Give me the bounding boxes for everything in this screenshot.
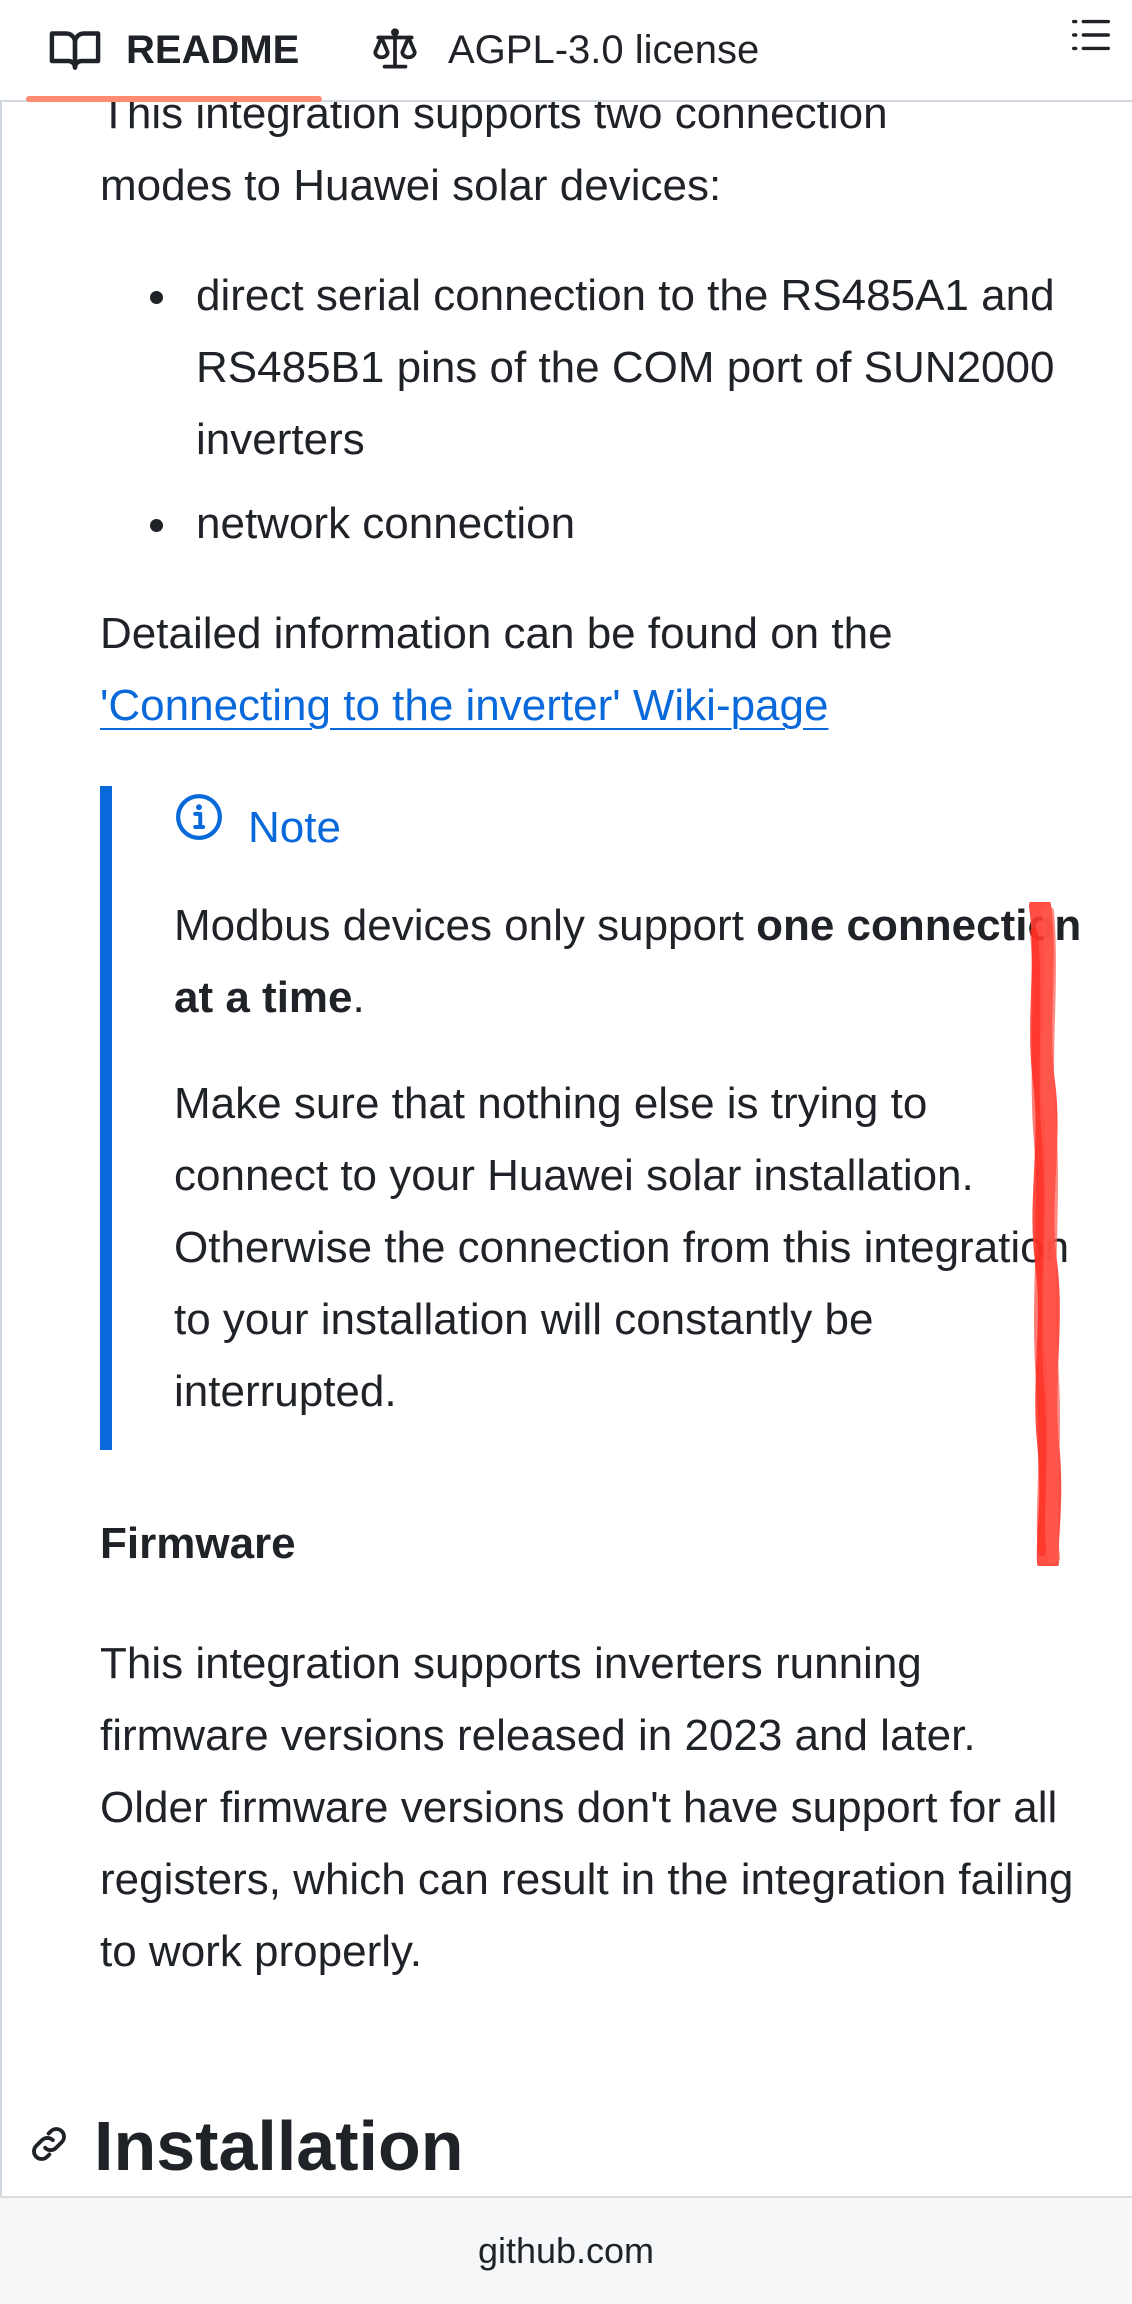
tab-readme[interactable]: README	[48, 0, 299, 100]
note-paragraph-1: Modbus devices only support one connecti…	[174, 890, 1090, 1034]
tab-license-label: AGPL-3.0 license	[448, 27, 760, 72]
detail-text: Detailed information can be found on the	[100, 609, 893, 658]
list-item: network connection	[150, 488, 1090, 560]
domain-label: github.com	[477, 2230, 655, 2271]
table-of-contents-icon[interactable]	[1068, 12, 1114, 63]
anchor-link-icon[interactable]	[26, 2121, 72, 2172]
intro-paragraph: This integration supports two connection…	[100, 102, 1090, 222]
intro-line-1: This integration supports two connection	[100, 102, 888, 138]
installation-heading: Installation	[94, 2107, 464, 2185]
tab-readme-label: README	[126, 27, 300, 72]
tab-license[interactable]: AGPL-3.0 license	[370, 0, 759, 100]
firmware-heading: Firmware	[100, 1519, 296, 1568]
readme-body: This integration supports two connection…	[100, 102, 1090, 1988]
readme-tab-bar: README AGPL-3.0 license	[0, 0, 1132, 102]
note-title-label: Note	[248, 803, 341, 852]
browser-address-bar[interactable]: github.com	[0, 2196, 1132, 2304]
book-icon	[48, 28, 102, 72]
note-callout: Note Modbus devices only support one con…	[100, 786, 1090, 1450]
note-p1-prefix: Modbus devices only support	[174, 901, 757, 950]
red-scribble-mark	[1029, 902, 1062, 1566]
detail-paragraph: Detailed information can be found on the…	[100, 598, 1090, 742]
readme-content-viewport[interactable]: This integration supports two connection…	[0, 102, 1132, 2196]
intro-line-2: modes to Huawei solar devices:	[100, 161, 722, 210]
connection-modes-list: direct serial connection to the RS485A1 …	[100, 260, 1090, 560]
page: This integration supports two connection…	[0, 0, 1132, 2304]
law-scale-icon	[370, 25, 420, 75]
note-title: Note	[174, 786, 1090, 858]
wiki-page-link[interactable]: 'Connecting to the inverter' Wiki-page	[100, 681, 829, 730]
active-tab-indicator	[26, 96, 322, 102]
note-p1-suffix: .	[352, 973, 365, 1022]
installation-section-heading: Installation	[26, 2098, 463, 2194]
firmware-paragraph: This integration supports inverters runn…	[100, 1639, 1074, 1976]
list-item: direct serial connection to the RS485A1 …	[150, 260, 1090, 476]
note-paragraph-2: Make sure that nothing else is trying to…	[174, 1079, 1070, 1416]
info-icon	[174, 792, 224, 864]
